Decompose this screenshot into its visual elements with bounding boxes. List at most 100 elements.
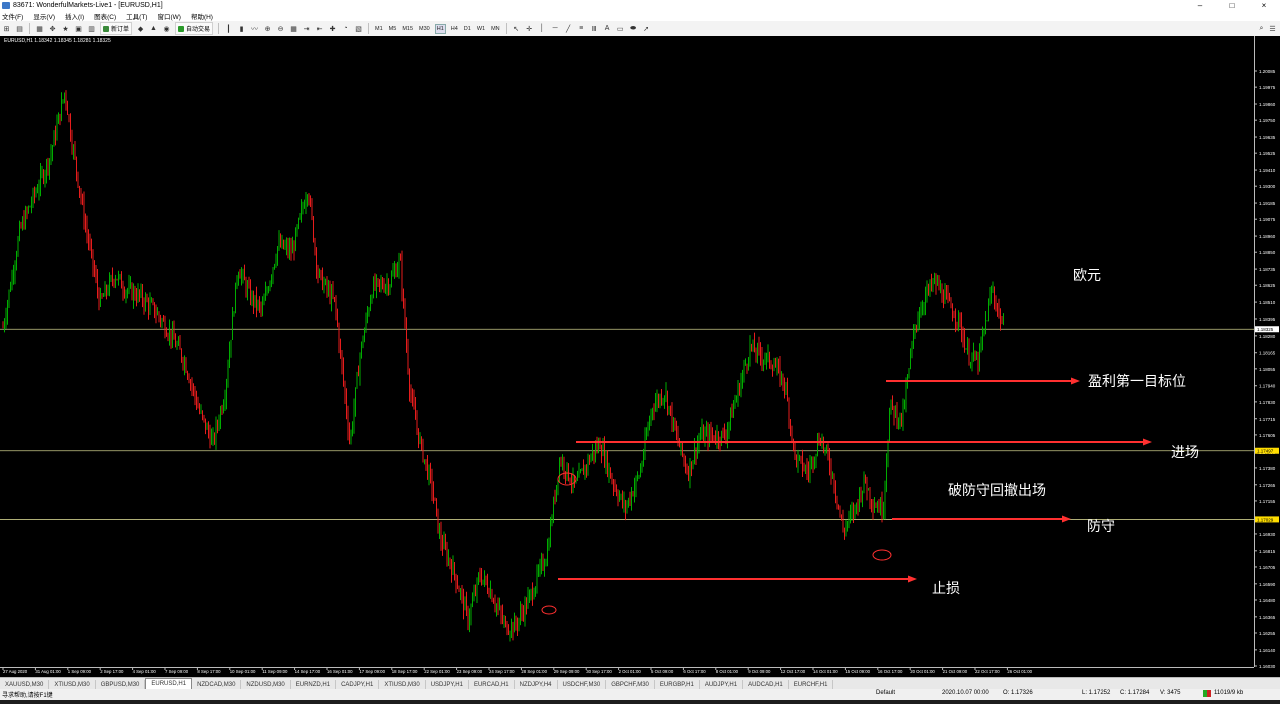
terminal-icon[interactable]: ▣ bbox=[74, 24, 83, 33]
vertical-line-icon[interactable]: │ bbox=[538, 24, 547, 33]
toolbar-separator bbox=[218, 23, 220, 34]
meta-editor-icon[interactable]: ◆ bbox=[136, 24, 145, 33]
menu-file[interactable]: 文件(F) bbox=[0, 11, 28, 21]
price-label: 1.19635 bbox=[1259, 135, 1276, 140]
price-label: 1.16590 bbox=[1259, 582, 1276, 587]
periods-icon[interactable]: ◔ bbox=[341, 24, 350, 33]
crosshair-icon[interactable]: ✛ bbox=[525, 24, 534, 33]
new-chart-icon[interactable]: ⊞ bbox=[2, 24, 11, 33]
price-label: 1.16140 bbox=[1259, 648, 1276, 653]
timeframe-m5[interactable]: M5 bbox=[388, 25, 398, 33]
time-label: 6 Oct 17:00 bbox=[683, 669, 706, 674]
community-icon[interactable]: ☰ bbox=[1268, 24, 1277, 33]
tester-icon[interactable]: ▥ bbox=[87, 24, 96, 33]
menu-charts[interactable]: 图表(C) bbox=[89, 11, 121, 21]
options-icon[interactable]: ◉ bbox=[162, 24, 171, 33]
indicators-icon[interactable]: ✚ bbox=[328, 24, 337, 33]
time-label: 22 Oct 17:00 bbox=[975, 669, 1000, 674]
label-icon[interactable]: ▭ bbox=[616, 24, 625, 33]
data-window-icon[interactable]: ✥ bbox=[48, 24, 57, 33]
status-bar: 寻求帮助,请按F1键 Default 2020.10.07 00:00 O: 1… bbox=[0, 689, 1280, 700]
search-icon[interactable]: ⌕ bbox=[1257, 24, 1266, 33]
new-order-label: 新订单 bbox=[111, 27, 130, 33]
horizontal-line-icon[interactable]: ─ bbox=[551, 24, 560, 33]
timeframe-m15[interactable]: M15 bbox=[401, 25, 414, 33]
timeframe-w1[interactable]: W1 bbox=[476, 25, 486, 33]
price-label: 1.16365 bbox=[1259, 615, 1276, 620]
price-label: 1.18625 bbox=[1259, 283, 1276, 288]
text-icon[interactable]: A bbox=[603, 24, 612, 33]
connection-icon bbox=[1203, 690, 1211, 697]
price-label: 1.17940 bbox=[1259, 384, 1276, 389]
lock-icon[interactable]: ▲ bbox=[149, 24, 158, 33]
annotation-defense: 防守 bbox=[1087, 519, 1115, 535]
navigator-icon[interactable]: ★ bbox=[61, 24, 70, 33]
time-label: 10 Sep 01:00 bbox=[230, 669, 256, 674]
maximize-button[interactable]: □ bbox=[1216, 0, 1248, 11]
line-chart-icon[interactable]: 〰 bbox=[250, 24, 259, 33]
menu-view[interactable]: 显示(V) bbox=[28, 11, 60, 21]
price-label: 1.17605 bbox=[1259, 433, 1276, 438]
status-close: C: 1.17284 bbox=[1120, 690, 1150, 696]
price-label: 1.17380 bbox=[1259, 466, 1276, 471]
chart-shift-icon[interactable]: ⇤ bbox=[315, 24, 324, 33]
market-watch-icon[interactable]: ▦ bbox=[35, 24, 44, 33]
price-label: 1.16480 bbox=[1259, 598, 1276, 603]
price-label: 1.18055 bbox=[1259, 367, 1276, 372]
price-label: 1.18850 bbox=[1259, 250, 1276, 255]
profiles-icon[interactable]: ▤ bbox=[15, 24, 24, 33]
auto-scroll-icon[interactable]: ⇥ bbox=[302, 24, 311, 33]
time-label: 9 Oct 09:00 bbox=[748, 669, 771, 674]
status-help: 寻求帮助,请按F1键 bbox=[2, 693, 53, 699]
timeframe-m30[interactable]: M30 bbox=[418, 25, 431, 33]
timeframe-h1[interactable]: H1 bbox=[434, 23, 446, 34]
time-label: 16 Sep 01:00 bbox=[327, 669, 353, 674]
timeframe-d1[interactable]: D1 bbox=[463, 25, 472, 33]
chart-area[interactable]: 1.20085 1.19975 1.19860 1.19750 1.19635 1.195… bbox=[0, 36, 1280, 677]
timeframe-m1[interactable]: M1 bbox=[374, 25, 384, 33]
annotation-target: 盈利第一目标位 bbox=[1088, 373, 1186, 390]
bar-chart-icon[interactable]: ┃ bbox=[224, 24, 233, 33]
timeframe-h4[interactable]: H4 bbox=[450, 25, 459, 33]
templates-icon[interactable]: ▧ bbox=[354, 24, 363, 33]
timeframe-mn[interactable]: MN bbox=[490, 25, 501, 33]
minimize-button[interactable]: – bbox=[1184, 0, 1216, 11]
trendline-icon[interactable]: ╱ bbox=[564, 24, 573, 33]
price-label: 1.18960 bbox=[1259, 234, 1276, 239]
time-label: 31 Aug 01:00 bbox=[35, 669, 61, 674]
chart-background bbox=[0, 36, 1280, 677]
auto-trading-icon bbox=[178, 25, 185, 32]
candlestick-icon[interactable]: ▮ bbox=[237, 24, 246, 33]
price-label: 1.17265 bbox=[1259, 483, 1276, 488]
arrows-icon[interactable]: ➚ bbox=[642, 24, 651, 33]
shapes-icon[interactable]: ⬬ bbox=[629, 24, 638, 33]
toolbar-separator bbox=[368, 23, 370, 34]
menu-window[interactable]: 窗口(W) bbox=[152, 11, 185, 21]
price-label: 1.16705 bbox=[1259, 565, 1276, 570]
window-title: 83671: WonderfulMarkets-Live1 - [EURUSD,… bbox=[13, 2, 163, 9]
price-label: 1.16030 bbox=[1259, 664, 1276, 669]
menu-insert[interactable]: 插入(I) bbox=[60, 11, 89, 21]
zoom-in-icon[interactable]: ⊕ bbox=[263, 24, 272, 33]
status-datetime: 2020.10.07 00:00 bbox=[942, 690, 989, 696]
annotation-stop: 止损 bbox=[932, 581, 960, 597]
price-tag-label: 1.17497 bbox=[1257, 449, 1274, 454]
time-label: 5 Oct 09:00 bbox=[651, 669, 674, 674]
tile-windows-icon[interactable]: ▦ bbox=[289, 24, 298, 33]
close-button[interactable]: × bbox=[1248, 0, 1280, 11]
price-chart[interactable]: 1.20085 1.19975 1.19860 1.19750 1.19635 1.195… bbox=[0, 36, 1280, 677]
channel-icon[interactable]: ≡ bbox=[577, 24, 586, 33]
cursor-icon[interactable]: ↖ bbox=[512, 24, 521, 33]
zoom-out-icon[interactable]: ⊖ bbox=[276, 24, 285, 33]
price-label: 1.18395 bbox=[1259, 317, 1276, 322]
time-label: 26 Oct 01:00 bbox=[1007, 669, 1032, 674]
time-label: 2 Sep 17:00 bbox=[100, 669, 124, 674]
price-label: 1.18280 bbox=[1259, 334, 1276, 339]
auto-trading-button[interactable]: 自动交易 bbox=[175, 22, 214, 35]
menu-tools[interactable]: 工具(T) bbox=[121, 11, 152, 21]
menu-help[interactable]: 帮助(H) bbox=[186, 11, 218, 21]
fibonacci-icon[interactable]: Ⅲ bbox=[590, 24, 599, 33]
new-order-button[interactable]: 新订单 bbox=[100, 22, 133, 35]
time-label: 8 Sep 17:00 bbox=[197, 669, 221, 674]
time-label: 21 Oct 09:00 bbox=[943, 669, 968, 674]
